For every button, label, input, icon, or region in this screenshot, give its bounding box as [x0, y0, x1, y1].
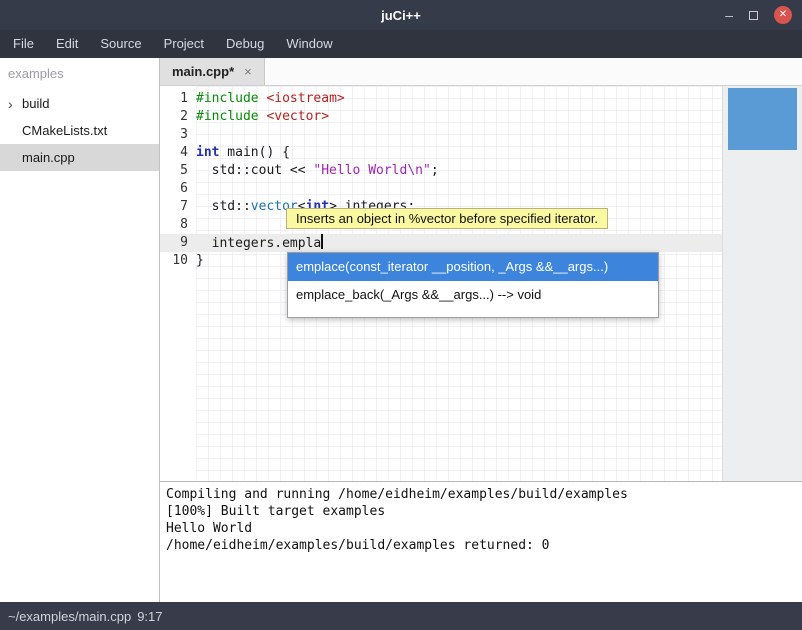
menu-item-window[interactable]: Window — [275, 30, 343, 58]
file-browser-sidebar: examples ›build CMakeLists.txt main.cpp — [0, 58, 160, 602]
sidebar-header: examples — [0, 58, 159, 90]
output-panel[interactable]: Compiling and running /home/eidheim/exam… — [160, 482, 802, 602]
line-number: 10 — [160, 252, 188, 270]
menu-item-source[interactable]: Source — [89, 30, 152, 58]
line-number: 9 — [160, 234, 188, 252]
code-token: #include — [196, 109, 259, 124]
line-content: integers.empla — [196, 234, 323, 252]
code-token: #include — [196, 91, 259, 106]
code-token: "Hello World\n" — [313, 163, 430, 178]
tab-label: main.cpp* — [172, 64, 234, 79]
line-number: 7 — [160, 198, 188, 216]
code-line[interactable]: 9 integers.empla — [160, 234, 722, 252]
code-token: <iostream> — [266, 91, 344, 106]
sidebar-item-label: CMakeLists.txt — [22, 123, 107, 138]
code-token: ; — [431, 163, 439, 178]
line-content: std::cout << "Hello World\n"; — [196, 162, 439, 180]
line-content: int main() { — [196, 144, 290, 162]
sidebar-item-build[interactable]: ›build — [0, 90, 159, 117]
statusbar-cursor-position: 9:17 — [137, 609, 162, 624]
sidebar-item-cmakelists-txt[interactable]: CMakeLists.txt — [0, 117, 159, 144]
line-number: 8 — [160, 216, 188, 234]
code-line[interactable]: 3 — [160, 126, 722, 144]
line-content: } — [196, 252, 204, 270]
line-number: 2 — [160, 108, 188, 126]
line-content: #include <vector> — [196, 108, 329, 126]
close-button[interactable]: ✕ — [774, 6, 792, 24]
sidebar-item-label: build — [22, 96, 49, 111]
code-token: std:: — [196, 199, 251, 214]
statusbar: ~/examples/main.cpp 9:17 — [0, 602, 802, 630]
chevron-right-icon: › — [8, 97, 22, 111]
titlebar[interactable]: juCi++ – ✕ — [0, 0, 802, 30]
scrollbar-thumb[interactable] — [728, 88, 797, 150]
code-token: integers.empla — [196, 236, 321, 251]
text-cursor — [321, 234, 323, 249]
statusbar-file-path: ~/examples/main.cpp — [8, 609, 131, 624]
line-number: 3 — [160, 126, 188, 144]
menubar: FileEditSourceProjectDebugWindow — [0, 30, 802, 58]
line-number: 5 — [160, 162, 188, 180]
menu-item-debug[interactable]: Debug — [215, 30, 275, 58]
line-content: #include <iostream> — [196, 90, 345, 108]
completion-item[interactable]: emplace(const_iterator __position, _Args… — [288, 253, 658, 281]
code-token: int — [196, 145, 219, 160]
scrollbar-track[interactable] — [722, 86, 802, 481]
completion-popup[interactable]: emplace(const_iterator __position, _Args… — [287, 252, 659, 318]
tab-close-icon[interactable]: × — [244, 64, 252, 79]
code-line[interactable]: 2 #include <vector> — [160, 108, 722, 126]
line-number: 4 — [160, 144, 188, 162]
minimize-button[interactable]: – — [725, 8, 733, 22]
file-tree: ›build CMakeLists.txt main.cpp — [0, 90, 159, 171]
code-token: } — [196, 253, 204, 268]
line-number: 1 — [160, 90, 188, 108]
line-number: 6 — [160, 180, 188, 198]
code-lines: 1 #include <iostream> 2 #include <vector> 34… — [160, 90, 722, 270]
menu-item-edit[interactable]: Edit — [45, 30, 89, 58]
tab-main-cpp[interactable]: main.cpp* × — [160, 58, 265, 85]
doc-tooltip: Inserts an object in %vector before spec… — [286, 208, 608, 229]
code-line[interactable]: 1 #include <iostream> — [160, 90, 722, 108]
editor-column: main.cpp* × 1 #include <iostream> 2 #includ… — [160, 58, 802, 602]
sidebar-item-label: main.cpp — [22, 150, 75, 165]
window-title: juCi++ — [0, 8, 802, 23]
code-line[interactable]: 5 std::cout << "Hello World\n"; — [160, 162, 722, 180]
output-line: Compiling and running /home/eidheim/exam… — [166, 486, 796, 503]
sidebar-item-main-cpp[interactable]: main.cpp — [0, 144, 159, 171]
main-area: examples ›build CMakeLists.txt main.cpp ma… — [0, 58, 802, 602]
code-line[interactable]: 6 — [160, 180, 722, 198]
output-line: [100%] Built target examples — [166, 503, 796, 520]
output-line: Hello World — [166, 520, 796, 537]
maximize-icon — [749, 11, 758, 20]
tabbar: main.cpp* × — [160, 58, 802, 86]
code-token: std::cout << — [196, 163, 313, 178]
window-controls: – ✕ — [725, 0, 792, 30]
completion-item[interactable]: emplace_back(_Args &&__args...) --> void — [288, 281, 658, 309]
code-token: main() { — [219, 145, 289, 160]
app-window: juCi++ – ✕ FileEditSourceProjectDebugWin… — [0, 0, 802, 630]
menu-item-project[interactable]: Project — [153, 30, 215, 58]
maximize-button[interactable] — [749, 8, 758, 22]
code-token: <vector> — [266, 109, 329, 124]
code-editor[interactable]: 1 #include <iostream> 2 #include <vector> 34… — [160, 86, 802, 482]
output-line: /home/eidheim/examples/build/examples re… — [166, 537, 796, 554]
menu-item-file[interactable]: File — [2, 30, 45, 58]
code-line[interactable]: 4 int main() { — [160, 144, 722, 162]
